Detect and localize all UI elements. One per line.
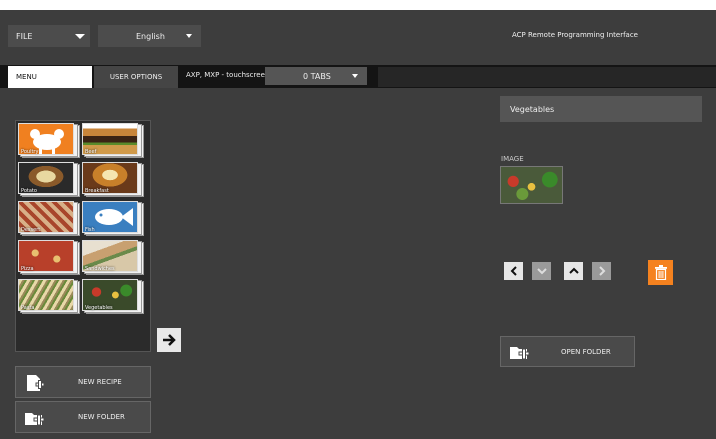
move-right-nav-button[interactable] — [592, 262, 611, 280]
open-folder-label: OPEN FOLDER — [561, 348, 611, 356]
menu-item-label: Breakfast — [85, 188, 109, 194]
tabs-count-label: 0 TABS — [303, 71, 331, 81]
menu-item-label: Poultry — [21, 149, 39, 155]
menu-item-breakfast[interactable]: Breakfast — [82, 162, 144, 197]
menu-item-label: Potato — [21, 188, 37, 194]
menu-item-label: Sandwiches — [85, 266, 115, 272]
language-dropdown[interactable]: English — [98, 25, 201, 47]
device-type-label: AXP, MXP - touchscreen — [186, 71, 270, 79]
menu-item-label: Dessert — [21, 227, 41, 233]
file-dropdown-label: FILE — [16, 31, 33, 41]
folder-image-thumbnail[interactable] — [500, 166, 563, 204]
language-dropdown-label: English — [136, 31, 165, 41]
menu-item-label: Beef — [85, 149, 97, 155]
menu-item-poultry[interactable]: Poultry — [18, 123, 80, 158]
new-recipe-icon — [27, 375, 45, 391]
menu-item-vegetables[interactable]: Vegetables — [82, 279, 144, 314]
trash-icon — [654, 265, 667, 280]
tabs-count-dropdown[interactable]: 0 TABS — [265, 67, 367, 85]
menu-grid-panel: Poultry Beef Potato Breakfast Dessert Fi… — [15, 120, 151, 352]
menu-item-fish[interactable]: Fish — [82, 201, 144, 236]
new-folder-button[interactable]: NEW FOLDER — [15, 401, 151, 433]
menu-item-dessert[interactable]: Dessert — [18, 201, 80, 236]
move-up-button[interactable] — [564, 262, 583, 280]
arrow-right-icon — [163, 334, 176, 346]
new-folder-icon — [25, 413, 45, 426]
menu-item-beef[interactable]: Beef — [82, 123, 144, 158]
tab-menu[interactable]: MENU — [8, 66, 92, 88]
new-recipe-button[interactable]: NEW RECIPE — [15, 366, 151, 398]
chevron-left-icon — [510, 266, 517, 276]
tab-bar-filler — [378, 67, 716, 87]
move-left-button[interactable] — [504, 262, 523, 280]
file-dropdown[interactable]: FILE — [8, 25, 90, 47]
menu-item-label: Pizza — [21, 266, 34, 272]
tab-user-options[interactable]: USER OPTIONS — [94, 66, 178, 88]
new-recipe-label: NEW RECIPE — [78, 378, 122, 386]
menu-item-pasta[interactable]: Pasta — [18, 279, 80, 314]
chevron-down-icon — [75, 34, 85, 39]
chevron-down-icon — [352, 74, 358, 78]
open-folder-icon — [510, 347, 530, 360]
delete-button[interactable] — [648, 260, 673, 285]
chevron-up-icon — [568, 267, 579, 274]
menu-item-potato[interactable]: Potato — [18, 162, 80, 197]
menu-item-label: Vegetables — [85, 305, 113, 311]
menu-item-pizza[interactable]: Pizza — [18, 240, 80, 275]
move-down-button[interactable] — [532, 262, 551, 280]
new-folder-label: NEW FOLDER — [78, 413, 125, 421]
move-right-button[interactable] — [157, 328, 181, 352]
app-window: FILE English ACP Remote Programming Inte… — [0, 10, 716, 439]
open-folder-button[interactable]: OPEN FOLDER — [500, 336, 635, 367]
image-label: IMAGE — [501, 155, 524, 163]
menu-item-sandwiches[interactable]: Sandwiches — [82, 240, 144, 275]
folder-name-field[interactable]: Vegetables — [500, 96, 702, 122]
menu-item-label: Pasta — [21, 305, 35, 311]
chevron-down-icon — [536, 268, 547, 275]
chevron-right-icon — [598, 266, 605, 276]
chevron-down-icon — [186, 34, 192, 38]
app-title: ACP Remote Programming Interface — [512, 31, 638, 39]
menu-item-label: Fish — [85, 227, 95, 233]
